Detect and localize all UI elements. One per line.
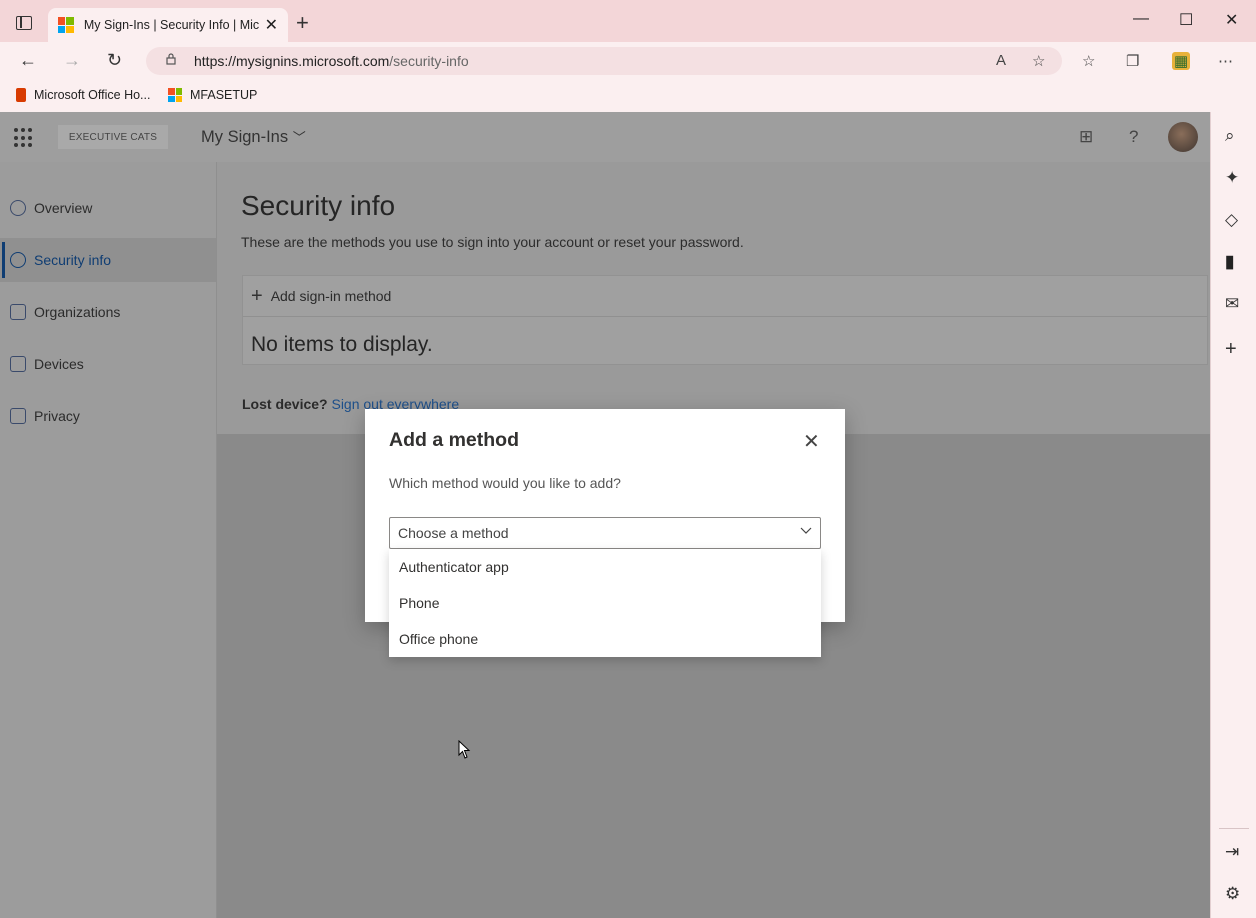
sidebar-item-label: Security info <box>34 252 112 268</box>
divider <box>243 316 1207 317</box>
favorite-label: MFASETUP <box>190 88 258 102</box>
address-bar[interactable]: https://mysignins.microsoft.com/security… <box>146 47 1062 75</box>
app-title[interactable]: My Sign-Ins ﹀ <box>201 127 306 147</box>
mouse-cursor-icon <box>458 740 471 759</box>
microsoft-logo-icon <box>168 88 182 102</box>
content-area: Security info These are the methods you … <box>217 162 1210 434</box>
lost-device-label: Lost device? <box>242 396 328 412</box>
browser-tabstrip: My Sign-Ins | Security Info | Microsoft … <box>0 0 1256 42</box>
page-description: These are the methods you use to sign in… <box>241 234 744 250</box>
settings-gear-icon[interactable]: ⚙ <box>1225 884 1240 904</box>
plus-icon: + <box>251 284 263 307</box>
sidebar-item-label: Overview <box>34 200 93 216</box>
hide-sidebar-icon[interactable]: ⇥ <box>1225 842 1239 862</box>
favorites-icon[interactable]: ☆ <box>1082 52 1095 70</box>
lock-icon[interactable] <box>166 53 176 65</box>
add-favorite-icon[interactable]: ☆ <box>1032 52 1045 70</box>
add-sign-in-method-button[interactable]: + Add sign-in method <box>251 276 391 316</box>
collections-icon[interactable]: ❐ <box>1126 52 1139 70</box>
add-icon[interactable]: + <box>1225 338 1237 361</box>
maximize-icon[interactable]: ☐ <box>1179 10 1193 30</box>
favorites-bar: Microsoft Office Ho... MFASETUP <box>0 82 1256 112</box>
tenant-logo: EXECUTIVE CATS <box>58 125 168 149</box>
sidebar: Overview Security info Organizations Dev… <box>0 162 217 918</box>
lock-icon <box>10 408 26 424</box>
close-window-icon[interactable]: ✕ <box>1225 10 1238 30</box>
office-logo-icon <box>16 88 26 102</box>
tab-actions-icon[interactable] <box>16 16 32 30</box>
favorite-label: Microsoft Office Ho... <box>34 88 151 102</box>
organization-icon[interactable]: ⊞ <box>1079 127 1093 147</box>
chevron-down-icon: ﹀ <box>292 130 306 145</box>
briefcase-icon <box>10 304 26 320</box>
app-title-text: My Sign-Ins <box>201 128 289 146</box>
forward-icon[interactable]: → <box>63 50 81 71</box>
avatar[interactable] <box>1168 122 1198 152</box>
app-launcher-icon[interactable] <box>14 128 34 148</box>
person-key-icon <box>10 252 26 268</box>
search-icon[interactable]: ⌕ <box>1225 126 1235 146</box>
methods-panel: + Add sign-in method No items to display… <box>242 275 1208 365</box>
page-title: Security info <box>241 190 396 221</box>
sidebar-item-security-info[interactable]: Security info <box>0 238 216 282</box>
help-icon[interactable]: ? <box>1129 127 1138 147</box>
sidebar-item-organizations[interactable]: Organizations <box>0 290 216 334</box>
add-sign-in-method-label: Add sign-in method <box>270 288 392 304</box>
app-header: EXECUTIVE CATS My Sign-Ins ﹀ ⊞ ? <box>0 112 1210 162</box>
laptop-icon <box>10 356 26 372</box>
microsoft-logo-icon <box>58 17 74 33</box>
url-host: https://mysignins.microsoft.com <box>194 53 390 69</box>
refresh-icon[interactable]: ↻ <box>107 50 122 71</box>
office-icon[interactable]: ▮ <box>1225 252 1234 272</box>
edge-sidebar: ⌕ ✦ ◇ ▮ ✉ + ⇥ ⚙ <box>1210 112 1256 918</box>
select-placeholder: Choose a method <box>398 525 509 541</box>
url-path: /security-info <box>389 53 469 69</box>
method-dropdown-list: Authenticator app Phone Office phone <box>389 549 821 657</box>
favorite-mfasetup[interactable]: MFASETUP <box>168 88 257 102</box>
minimize-icon[interactable]: — <box>1133 10 1149 28</box>
calculator-extension-icon[interactable]: ▦ <box>1172 52 1191 70</box>
close-tab-icon[interactable]: ✕ <box>265 15 278 35</box>
sidebar-item-label: Organizations <box>34 304 121 320</box>
person-icon <box>10 200 26 216</box>
option-authenticator-app[interactable]: Authenticator app <box>389 549 821 585</box>
new-tab-icon[interactable]: + <box>296 10 309 36</box>
sidebar-item-label: Privacy <box>34 408 80 424</box>
back-icon[interactable]: ← <box>19 50 37 71</box>
outlook-icon[interactable]: ✉ <box>1225 294 1239 314</box>
close-icon[interactable]: ✕ <box>803 429 820 454</box>
sidebar-item-privacy[interactable]: Privacy <box>0 394 216 438</box>
option-office-phone[interactable]: Office phone <box>389 621 821 657</box>
empty-state-text: No items to display. <box>251 333 433 356</box>
sidebar-item-devices[interactable]: Devices <box>0 342 216 386</box>
sidebar-item-label: Devices <box>34 356 84 372</box>
shopping-tag-icon[interactable]: ◇ <box>1225 210 1238 230</box>
discover-icon[interactable]: ✦ <box>1225 168 1239 188</box>
option-phone[interactable]: Phone <box>389 585 821 621</box>
browser-tab-active[interactable]: My Sign-Ins | Security Info | Microsoft … <box>48 8 288 42</box>
method-select[interactable]: Choose a method <box>389 517 821 549</box>
dialog-title: Add a method <box>389 429 519 451</box>
sidebar-item-overview[interactable]: Overview <box>0 186 216 230</box>
chevron-down-icon <box>800 527 812 534</box>
more-options-icon[interactable]: ⋯ <box>1218 52 1233 70</box>
favorite-office-home[interactable]: Microsoft Office Ho... <box>16 88 150 102</box>
dialog-question: Which method would you like to add? <box>389 475 621 491</box>
read-aloud-icon[interactable]: A <box>996 52 1006 69</box>
tab-title: My Sign-Ins | Security Info | Microsoft <box>83 18 259 32</box>
divider <box>1219 828 1249 829</box>
